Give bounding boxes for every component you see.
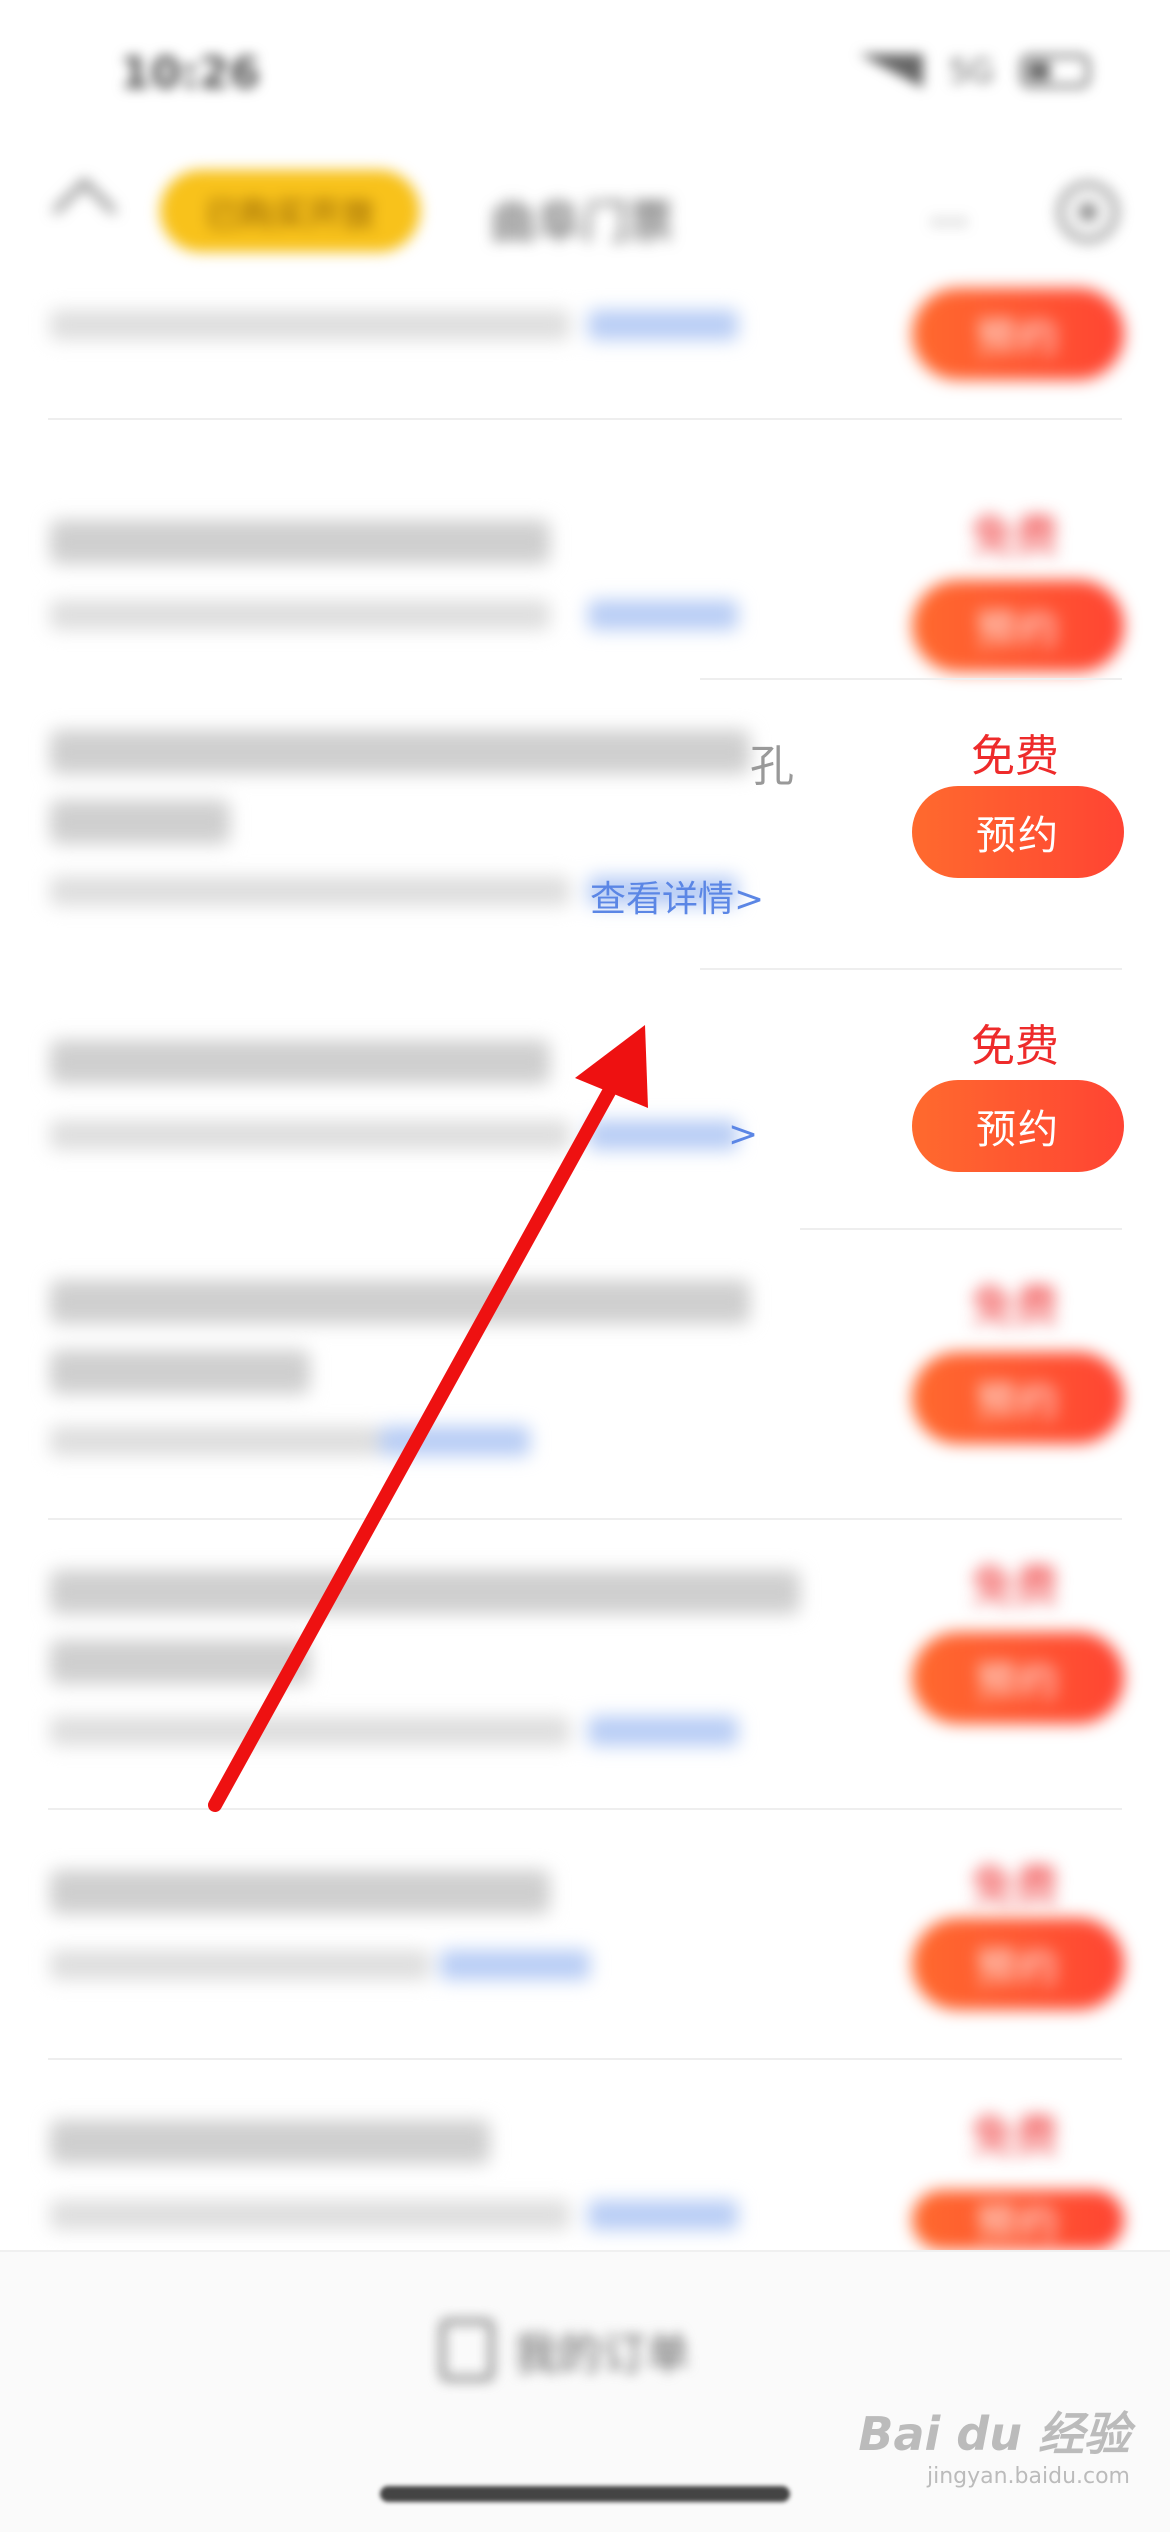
- watermark-brand: Bai du 经验: [858, 2407, 1130, 2461]
- my-orders-label: 我的订单: [514, 2329, 690, 2380]
- book-button[interactable]: 预约: [912, 580, 1124, 672]
- home-icon[interactable]: [52, 182, 112, 242]
- list-item[interactable]: 预约: [0, 240, 1170, 420]
- list-item[interactable]: 免费 预约: [0, 1230, 1170, 1520]
- status-icons: 5G: [858, 52, 1090, 90]
- close-miniapp-icon[interactable]: [1058, 182, 1118, 242]
- list-item[interactable]: 孔 查看详情> 免费 预约: [0, 680, 1170, 970]
- book-button[interactable]: 预约: [912, 1352, 1124, 1444]
- book-button[interactable]: 预约: [912, 1080, 1124, 1172]
- price-label: 免费: [971, 1021, 1059, 1072]
- home-indicator[interactable]: [380, 2486, 790, 2502]
- details-link[interactable]: >: [728, 1114, 758, 1155]
- list-item[interactable]: 免费 预约: [0, 440, 1170, 680]
- list-item[interactable]: 免费 预约: [0, 1520, 1170, 1810]
- list-item[interactable]: 免费 预约: [0, 1810, 1170, 2060]
- title-snippet: 孔: [750, 741, 794, 792]
- book-button[interactable]: 预约: [912, 288, 1124, 380]
- list-item[interactable]: 免费 预约: [0, 2060, 1170, 2280]
- watermark: Bai du 经验 jingyan.baidu.com: [858, 2398, 1130, 2489]
- network-label: 5G: [948, 52, 994, 90]
- price-label: 免费: [971, 1861, 1059, 1912]
- my-orders-button[interactable]: 我的订单: [440, 2318, 690, 2382]
- price-label: 免费: [971, 511, 1059, 562]
- battery-icon: [1020, 54, 1090, 88]
- details-link[interactable]: 查看详情>: [590, 870, 764, 922]
- orders-icon: [440, 2319, 494, 2381]
- status-bar: 10:26 5G: [0, 0, 1170, 140]
- price-label: 免费: [971, 1281, 1059, 1332]
- price-label: 免费: [971, 1561, 1059, 1612]
- status-time: 10:26: [120, 48, 261, 99]
- price-label: 免费: [971, 731, 1059, 782]
- book-button[interactable]: 预约: [912, 1632, 1124, 1724]
- signal-icon: [858, 54, 923, 88]
- list-item[interactable]: > 免费 预约: [0, 970, 1170, 1230]
- book-button[interactable]: 预约: [912, 786, 1124, 878]
- watermark-url: jingyan.baidu.com: [926, 2464, 1130, 2489]
- book-button[interactable]: 预约: [912, 1918, 1124, 2010]
- book-button[interactable]: 预约: [912, 2190, 1124, 2250]
- price-label: 免费: [971, 2111, 1059, 2162]
